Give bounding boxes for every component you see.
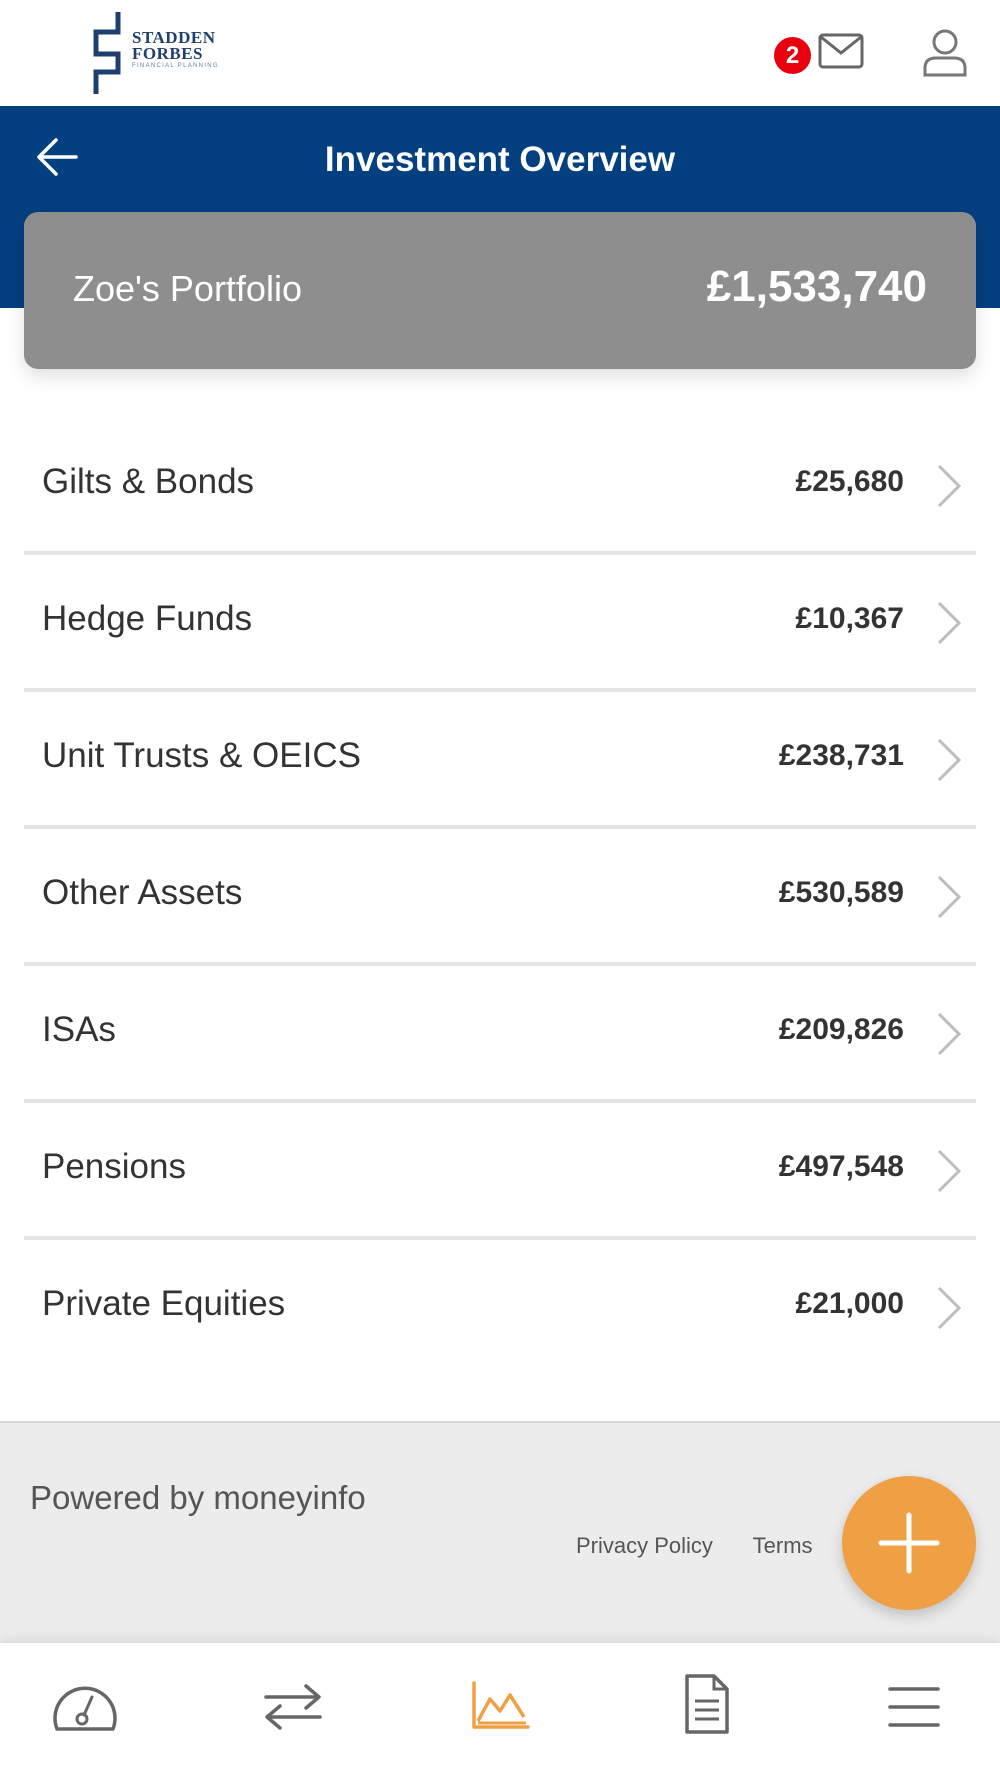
asset-label: ISAs — [42, 1010, 116, 1049]
asset-value: £238,731 — [778, 739, 904, 772]
powered-by-text: Powered by moneyinfo — [30, 1479, 366, 1516]
asset-label: Other Assets — [42, 873, 243, 912]
portfolio-summary-card[interactable]: Zoe's Portfolio £1,533,740 — [24, 212, 976, 369]
list-item[interactable]: Private Equities £21,000 — [24, 1240, 976, 1377]
chevron-right-icon — [937, 601, 962, 645]
document-icon[interactable] — [684, 1673, 730, 1735]
user-icon[interactable] — [922, 28, 968, 78]
asset-label: Hedge Funds — [42, 599, 253, 638]
brand-logo[interactable]: STADDEN FORBES FINANCIAL PLANNING — [90, 10, 230, 96]
privacy-policy-link[interactable]: Privacy Policy — [576, 1533, 713, 1558]
asset-value: £209,826 — [778, 1013, 904, 1046]
asset-value: £10,367 — [795, 602, 904, 635]
asset-label: Pensions — [42, 1147, 186, 1186]
list-item[interactable]: Pensions £497,548 — [24, 1103, 976, 1240]
asset-value: £25,680 — [795, 465, 904, 498]
chevron-right-icon — [937, 738, 962, 782]
add-button[interactable] — [842, 1476, 976, 1610]
list-item[interactable]: ISAs £209,826 — [24, 966, 976, 1103]
portfolio-total-value: £1,533,740 — [706, 262, 927, 311]
chevron-right-icon — [937, 1149, 962, 1193]
list-item[interactable]: Gilts & Bonds £25,680 — [24, 418, 976, 555]
asset-label: Private Equities — [42, 1284, 286, 1323]
messages-button[interactable]: 2 — [770, 30, 865, 80]
chevron-right-icon — [937, 875, 962, 919]
dashboard-icon[interactable] — [52, 1679, 118, 1735]
chart-icon[interactable] — [470, 1679, 530, 1731]
unread-badge: 2 — [774, 37, 811, 74]
list-item[interactable]: Hedge Funds £10,367 — [24, 555, 976, 692]
bottom-nav — [0, 1643, 1000, 1778]
list-item[interactable]: Unit Trusts & OEICS £238,731 — [24, 692, 976, 829]
asset-value: £530,589 — [778, 876, 904, 909]
chevron-right-icon — [937, 1012, 962, 1056]
asset-value: £21,000 — [795, 1287, 904, 1320]
logo-line-2: FORBES — [132, 44, 204, 63]
logo-line-3: FINANCIAL PLANNING — [132, 63, 219, 69]
asset-label: Unit Trusts & OEICS — [42, 736, 361, 775]
terms-link[interactable]: Terms — [753, 1533, 813, 1558]
mail-icon — [818, 33, 864, 69]
plus-icon — [878, 1512, 940, 1574]
portfolio-name: Zoe's Portfolio — [73, 268, 302, 309]
chevron-right-icon — [937, 1286, 962, 1330]
transfer-icon[interactable] — [262, 1683, 324, 1731]
list-item[interactable]: Other Assets £530,589 — [24, 829, 976, 966]
asset-label: Gilts & Bonds — [42, 462, 255, 501]
asset-list: Gilts & Bonds £25,680 Hedge Funds £10,36… — [24, 418, 976, 1377]
top-bar: STADDEN FORBES FINANCIAL PLANNING 2 — [0, 0, 1000, 106]
menu-icon[interactable] — [888, 1685, 940, 1729]
asset-value: £497,548 — [778, 1150, 904, 1183]
chevron-right-icon — [937, 464, 962, 508]
page-title: Investment Overview — [324, 140, 676, 179]
logo-mark — [93, 12, 121, 94]
